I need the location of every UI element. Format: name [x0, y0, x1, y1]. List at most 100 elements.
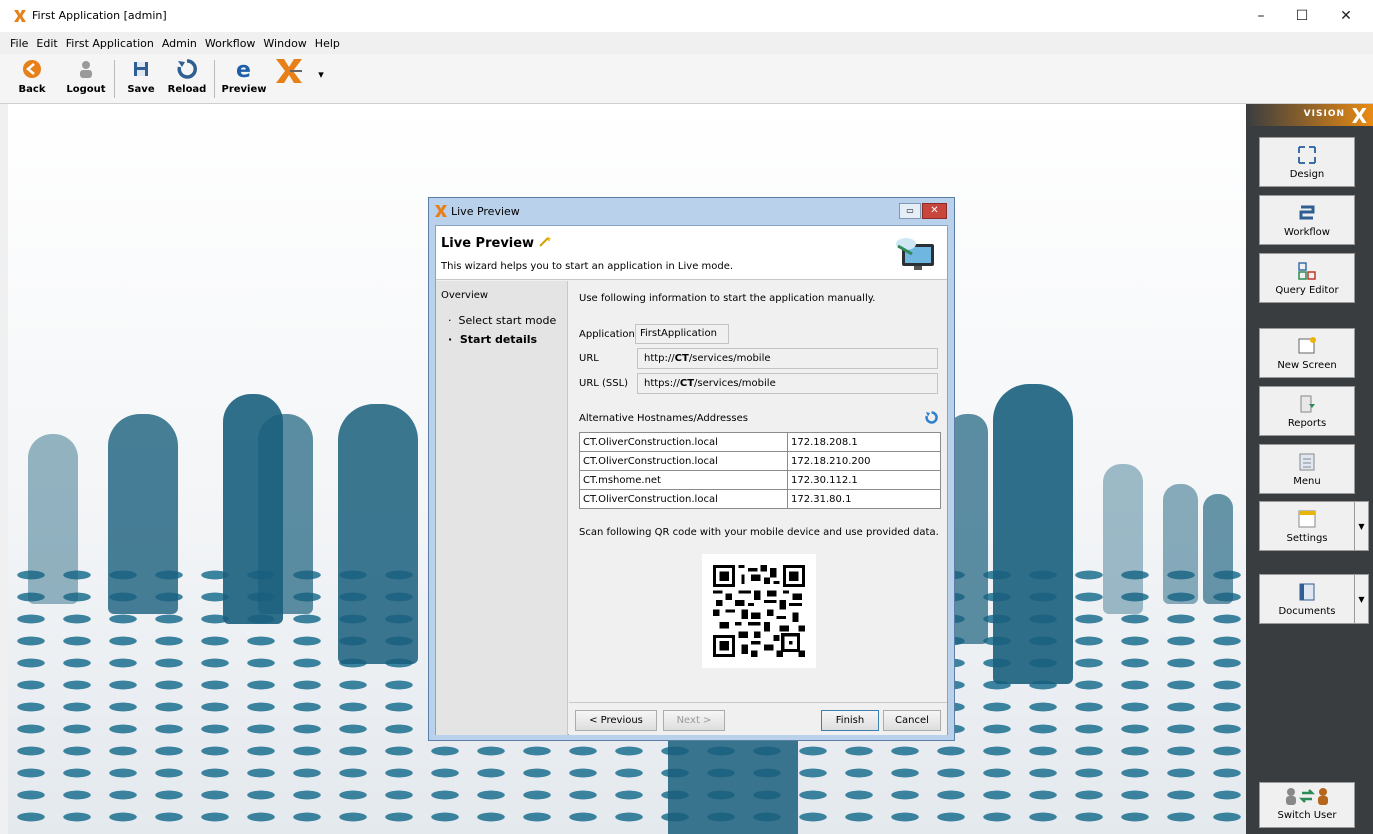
visionx-sidebar: VISION X Design Workflow Query Editor Ne… — [1246, 104, 1373, 834]
restore-button[interactable]: ▭ — [899, 203, 921, 219]
wizard-title: Live Preview — [441, 235, 551, 251]
app-logo-icon — [435, 205, 447, 217]
visionx-brand: VISION X — [1246, 104, 1373, 128]
ip-cell: 172.31.80.1 — [787, 489, 941, 509]
app-logo-icon — [14, 10, 26, 22]
design-button[interactable]: Design — [1259, 137, 1355, 187]
step-select-start-mode[interactable]: · Select start mode — [448, 314, 556, 327]
wizard-description: This wizard helps you to start an applic… — [441, 261, 734, 272]
dialog-window-title: Live Preview — [451, 205, 520, 218]
previous-button[interactable]: < Previous — [575, 710, 657, 731]
save-label: Save — [127, 84, 155, 95]
close-window-button[interactable]: ✕ — [1326, 4, 1366, 28]
brand-x: X — [1351, 104, 1367, 128]
preview-button[interactable]: e Preview — [221, 56, 267, 102]
menu-button[interactable]: Menu — [1259, 444, 1355, 494]
wizard-content: Use following information to start the a… — [569, 281, 947, 701]
table-row[interactable]: CT.mshome.net 172.30.112.1 — [579, 470, 941, 490]
menu-admin[interactable]: Admin — [162, 37, 197, 50]
reports-button[interactable]: Reports — [1259, 386, 1355, 436]
dialog-body: Live Preview This wizard helps you to st… — [435, 225, 948, 735]
query-editor-label: Query Editor — [1275, 285, 1339, 296]
dialog-title-bar: Live Preview ▭ ✕ — [429, 198, 954, 225]
query-editor-button[interactable]: Query Editor — [1259, 253, 1355, 303]
documents-button[interactable]: Documents — [1259, 574, 1355, 624]
documents-dropdown[interactable]: ▼ — [1355, 574, 1369, 624]
switch-user-icon — [1283, 786, 1331, 806]
alt-hostnames-title: Alternative Hostnames/Addresses — [579, 413, 748, 424]
menu-workflow[interactable]: Workflow — [205, 37, 256, 50]
host-cell: CT.OliverConstruction.local — [579, 432, 788, 452]
switch-user-button[interactable]: Switch User — [1259, 782, 1355, 828]
preview-label: Preview — [221, 84, 267, 95]
table-row[interactable]: CT.OliverConstruction.local 172.18.208.1 — [579, 432, 941, 452]
menu-window[interactable]: Window — [263, 37, 306, 50]
background-silhouette — [28, 434, 78, 604]
ip-cell: 172.30.112.1 — [787, 470, 941, 490]
visionx-dropdown[interactable]: ▾ — [314, 56, 328, 102]
qr-code — [702, 554, 816, 668]
cancel-button[interactable]: Cancel — [883, 710, 941, 731]
url-ssl-field[interactable]: https://CT/services/mobile — [637, 373, 938, 394]
logout-label: Logout — [66, 84, 106, 95]
logout-button[interactable]: Logout — [64, 56, 108, 102]
qr-code-icon — [713, 565, 805, 657]
settings-dropdown[interactable]: ▼ — [1355, 501, 1369, 551]
menu-file[interactable]: File — [10, 37, 28, 50]
monitor-cloud-icon — [896, 238, 934, 270]
alt-hostnames-table: CT.OliverConstruction.local 172.18.208.1 … — [579, 432, 941, 509]
back-button[interactable]: Back — [10, 56, 54, 102]
background-silhouette — [108, 414, 178, 614]
application-label: Application — [579, 329, 635, 340]
wizard-button-bar: < Previous Next > Finish Cancel — [569, 702, 947, 735]
workflow-button[interactable]: Workflow — [1259, 195, 1355, 245]
table-row[interactable]: CT.OliverConstruction.local 172.18.210.20… — [579, 451, 941, 471]
menu-first-application[interactable]: First Application — [66, 37, 154, 50]
menu-help[interactable]: Help — [315, 37, 340, 50]
host-cell: CT.OliverConstruction.local — [579, 489, 788, 509]
toolbar-separator — [214, 60, 215, 98]
window-title: First Application [admin] — [32, 9, 167, 22]
menu-icon — [1297, 452, 1317, 472]
url-field[interactable]: http://CT/services/mobile — [637, 348, 938, 369]
table-row[interactable]: CT.OliverConstruction.local 172.31.80.1 — [579, 489, 941, 509]
reload-icon — [174, 56, 200, 82]
refresh-icon[interactable] — [925, 411, 938, 424]
documents-icon — [1297, 582, 1317, 602]
maximize-button[interactable]: ☐ — [1282, 4, 1322, 28]
magic-wand-icon — [538, 236, 551, 247]
save-button[interactable]: Save — [122, 56, 160, 102]
new-screen-button[interactable]: New Screen — [1259, 328, 1355, 378]
design-icon — [1297, 145, 1317, 165]
url-ssl-label: URL (SSL) — [579, 378, 629, 389]
logout-icon — [73, 56, 99, 82]
qr-instructions: Scan following QR code with your mobile … — [579, 527, 939, 538]
reports-label: Reports — [1287, 418, 1327, 429]
host-cell: CT.OliverConstruction.local — [579, 451, 788, 471]
back-label: Back — [18, 84, 46, 95]
finish-button[interactable]: Finish — [821, 710, 879, 731]
background-silhouette — [1203, 494, 1233, 604]
switch-user-label: Switch User — [1277, 810, 1337, 821]
settings-button[interactable]: Settings — [1259, 501, 1355, 551]
dialog-close-button[interactable]: ✕ — [922, 203, 947, 219]
ip-cell: 172.18.208.1 — [787, 432, 941, 452]
toolbar-separator — [114, 60, 115, 98]
reload-button[interactable]: Reload — [164, 56, 210, 102]
reload-label: Reload — [167, 84, 207, 95]
step-start-details[interactable]: · Start details — [448, 333, 537, 346]
documents-label: Documents — [1278, 606, 1336, 617]
visionx-button[interactable] — [272, 56, 306, 102]
next-button[interactable]: Next > — [663, 710, 725, 731]
background-silhouette — [1163, 484, 1198, 604]
wizard-header: Live Preview This wizard helps you to st… — [436, 226, 947, 280]
browser-preview-icon: e — [231, 56, 257, 82]
new-screen-icon — [1297, 336, 1317, 356]
menu-label: Menu — [1293, 476, 1321, 487]
application-field[interactable]: FirstApplication — [635, 324, 729, 344]
menu-edit[interactable]: Edit — [36, 37, 57, 50]
host-cell: CT.mshome.net — [579, 470, 788, 490]
background-silhouette — [258, 414, 313, 614]
svg-text:e: e — [236, 58, 251, 80]
minimize-button[interactable]: – — [1241, 4, 1281, 28]
